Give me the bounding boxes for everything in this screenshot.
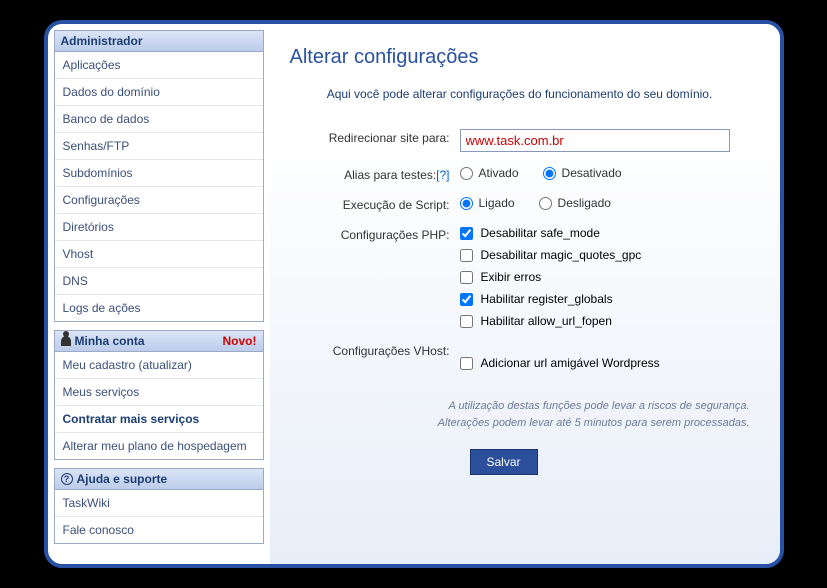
label-vhost: Configurações VHost: (290, 342, 460, 358)
panel-header-help: ? Ajuda e suporte (55, 469, 263, 490)
panel-title: Ajuda e suporte (77, 472, 168, 486)
check-magic-quotes-label: Desabilitar magic_quotes_gpc (481, 248, 642, 262)
radio-script-desligado-input[interactable] (539, 197, 552, 210)
label-alias-text: Alias para testes: (344, 168, 436, 182)
radio-script-ligado-input[interactable] (460, 197, 473, 210)
nav-meu-cadastro[interactable]: Meu cadastro (atualizar) (55, 352, 263, 379)
row-redirect: Redirecionar site para: (290, 129, 750, 152)
check-allow-url-fopen[interactable] (460, 315, 473, 328)
label-redirect: Redirecionar site para: (290, 129, 460, 145)
nav-subdominios[interactable]: Subdomínios (55, 160, 263, 187)
nav-configuracoes[interactable]: Configurações (55, 187, 263, 214)
nav-banco-dados[interactable]: Banco de dados (55, 106, 263, 133)
radio-alias-desativado[interactable]: Desativado (543, 166, 622, 180)
panel-admin: Administrador Aplicações Dados do domíni… (54, 30, 264, 322)
radio-script-ligado[interactable]: Ligado (460, 196, 515, 210)
nav-vhost[interactable]: Vhost (55, 241, 263, 268)
nav-taskwiki[interactable]: TaskWiki (55, 490, 263, 517)
check-register-globals-label: Habilitar register_globals (481, 292, 613, 306)
user-icon (61, 336, 71, 346)
panel-account: Minha conta Novo! Meu cadastro (atualiza… (54, 330, 264, 460)
nav-meus-servicos[interactable]: Meus serviços (55, 379, 263, 406)
check-safe-mode-label: Desabilitar safe_mode (481, 226, 600, 240)
nav-aplicacoes[interactable]: Aplicações (55, 52, 263, 79)
check-register-globals[interactable] (460, 293, 473, 306)
label-alias: Alias para testes:[?] (290, 166, 460, 182)
new-badge: Novo! (223, 334, 257, 348)
row-alias: Alias para testes:[?] Ativado Desativado (290, 166, 750, 182)
nav-dados-dominio[interactable]: Dados do domínio (55, 79, 263, 106)
label-php: Configurações PHP: (290, 226, 460, 242)
nav-alterar-plano[interactable]: Alterar meu plano de hospedagem (55, 433, 263, 459)
check-allow-url-fopen-label: Habilitar allow_url_fopen (481, 314, 612, 328)
check-magic-quotes[interactable] (460, 249, 473, 262)
label-script: Execução de Script: (290, 196, 460, 212)
radio-alias-ativado[interactable]: Ativado (460, 166, 519, 180)
panel-help: ? Ajuda e suporte TaskWiki Fale conosco (54, 468, 264, 544)
nav-fale-conosco[interactable]: Fale conosco (55, 517, 263, 543)
check-wordpress-url[interactable] (460, 357, 473, 370)
panel-header-account: Minha conta Novo! (55, 331, 263, 352)
panel-title: Administrador (61, 34, 143, 48)
check-exibir-erros-label: Exibir erros (481, 270, 542, 284)
page-title: Alterar configurações (290, 46, 750, 69)
redirect-input[interactable] (460, 129, 730, 152)
page-subtitle: Aqui você pode alterar configurações do … (290, 87, 750, 101)
nav-senhas-ftp[interactable]: Senhas/FTP (55, 133, 263, 160)
radio-script-desligado[interactable]: Desligado (539, 196, 611, 210)
nav-diretorios[interactable]: Diretórios (55, 214, 263, 241)
radio-alias-ativado-input[interactable] (460, 167, 473, 180)
check-wordpress-url-label: Adicionar url amigável Wordpress (481, 356, 660, 370)
nav-dns[interactable]: DNS (55, 268, 263, 295)
main-content: Alterar configurações Aqui você pode alt… (270, 24, 780, 564)
row-php: Configurações PHP: Desabilitar safe_mode… (290, 226, 750, 328)
radio-alias-desativado-input[interactable] (543, 167, 556, 180)
alias-help-link[interactable]: [?] (436, 168, 449, 182)
check-safe-mode[interactable] (460, 227, 473, 240)
save-button[interactable]: Salvar (470, 449, 538, 475)
warning-line2: Alterações podem levar até 5 minutos par… (290, 415, 750, 432)
row-vhost: Configurações VHost: Adicionar url amigá… (290, 342, 750, 370)
nav-logs[interactable]: Logs de ações (55, 295, 263, 321)
help-icon: ? (61, 473, 73, 485)
panel-title: Minha conta (75, 334, 145, 348)
warning-text: A utilização destas funções pode levar a… (290, 398, 750, 431)
row-script: Execução de Script: Ligado Desligado (290, 196, 750, 212)
app-window: Administrador Aplicações Dados do domíni… (44, 20, 784, 568)
warning-line1: A utilização destas funções pode levar a… (290, 398, 750, 415)
check-exibir-erros[interactable] (460, 271, 473, 284)
sidebar: Administrador Aplicações Dados do domíni… (48, 24, 270, 564)
nav-contratar-servicos[interactable]: Contratar mais serviços (55, 406, 263, 433)
panel-header-admin: Administrador (55, 31, 263, 52)
